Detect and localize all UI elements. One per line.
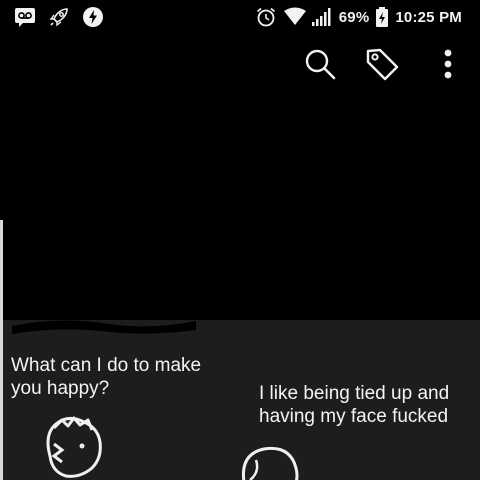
signal-icon xyxy=(311,6,333,28)
image-dark-region xyxy=(0,90,480,320)
rocket-icon xyxy=(48,6,70,28)
status-time: 10:25 PM xyxy=(395,8,462,26)
lightning-icon xyxy=(82,6,104,28)
battery-percentage: 69% xyxy=(338,8,370,26)
tag-icon xyxy=(366,48,399,81)
comic-boy-character xyxy=(46,416,102,478)
comic-image[interactable]: What can I do to make you happy? I like … xyxy=(0,90,480,480)
status-left-icons xyxy=(14,6,104,28)
more-vert-icon xyxy=(444,49,452,79)
status-bar: 69% 10:25 PM xyxy=(0,0,480,34)
app-toolbar xyxy=(0,40,480,88)
search-icon xyxy=(305,49,336,80)
scribble-mark xyxy=(12,320,196,334)
voicemail-icon xyxy=(14,6,36,28)
image-viewer-screen: 69% 10:25 PM What can I do to make you h… xyxy=(0,0,480,480)
tag-button[interactable] xyxy=(360,42,404,86)
image-left-edge xyxy=(0,220,3,480)
alarm-icon xyxy=(255,6,277,28)
comic-speech-left: What can I do to make you happy? xyxy=(11,355,202,399)
battery-charging-icon xyxy=(375,6,389,28)
comic-speech-right: I like being tied up and having my face … xyxy=(259,383,450,427)
search-button[interactable] xyxy=(298,42,342,86)
more-options-button[interactable] xyxy=(426,42,470,86)
comic-girl-character xyxy=(241,446,299,480)
status-right-icons: 69% 10:25 PM xyxy=(255,6,462,28)
wifi-icon xyxy=(283,6,306,28)
